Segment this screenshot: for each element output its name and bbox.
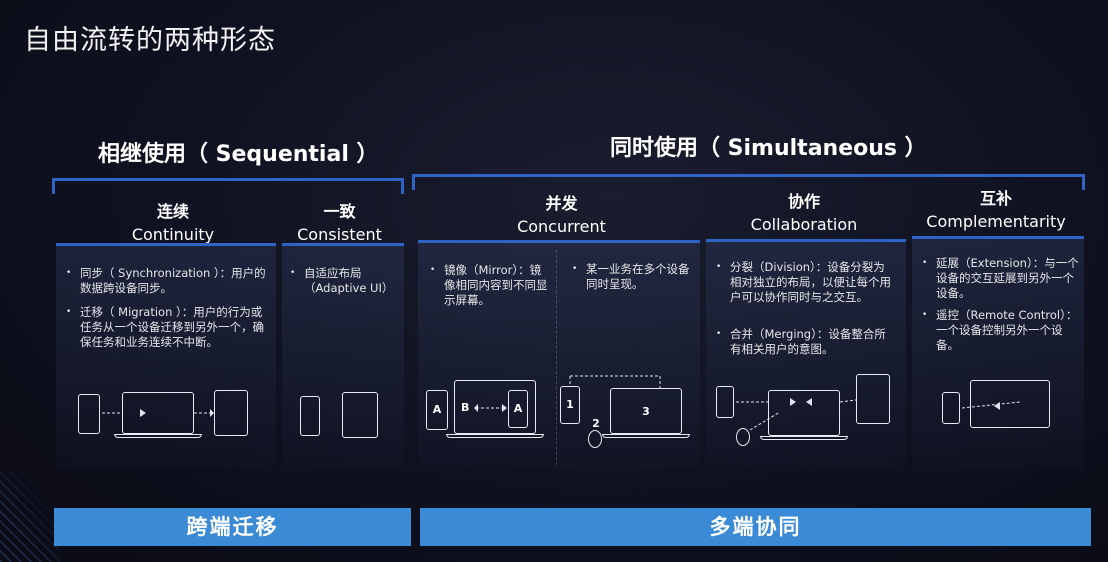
footer-multi-device-collaboration: 多端协同 <box>420 508 1091 546</box>
footer-cross-device-migration: 跨端迁移 <box>54 508 411 546</box>
transfer-arrows <box>102 375 1021 431</box>
